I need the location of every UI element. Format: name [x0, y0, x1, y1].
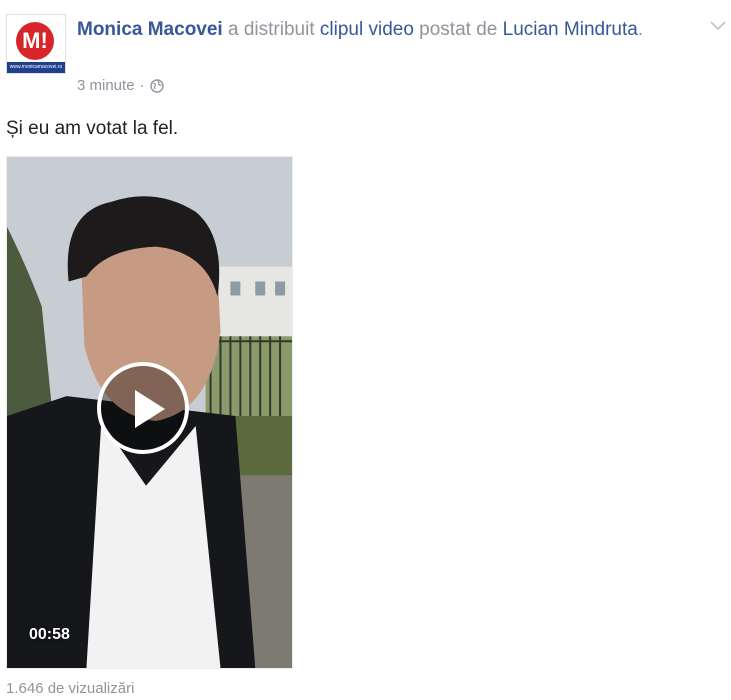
action-text: a distribuit — [228, 19, 315, 40]
author-link[interactable]: Monica Macovei — [77, 19, 223, 40]
view-count: 1.646 de vizualizări — [6, 680, 135, 697]
post-meta: 3 minute · — [77, 76, 164, 96]
post-header: Monica Macovei a distribuit clipul video… — [77, 16, 687, 43]
video-player[interactable]: 00:58 — [6, 156, 293, 669]
shared-video-link[interactable]: clipul video — [320, 19, 414, 40]
globe-icon[interactable] — [149, 79, 164, 93]
play-icon — [135, 390, 165, 428]
video-duration: 00:58 — [29, 626, 70, 643]
header-period: . — [637, 19, 644, 40]
timestamp-link[interactable]: 3 minute — [77, 76, 135, 96]
original-author-link[interactable]: Lucian Mindruta — [503, 19, 638, 40]
meta-separator: · — [139, 77, 145, 94]
logo-badge: M! — [16, 22, 54, 60]
logo-caption: www.monicamacovei.ro — [7, 62, 65, 73]
posted-by-text: postat de — [419, 19, 498, 40]
post-message: Și eu am votat la fel. — [6, 118, 179, 139]
play-button[interactable] — [97, 362, 189, 454]
post-options-chevron-down-icon[interactable] — [707, 14, 729, 36]
page-avatar[interactable]: M! www.monicamacovei.ro — [6, 14, 66, 74]
